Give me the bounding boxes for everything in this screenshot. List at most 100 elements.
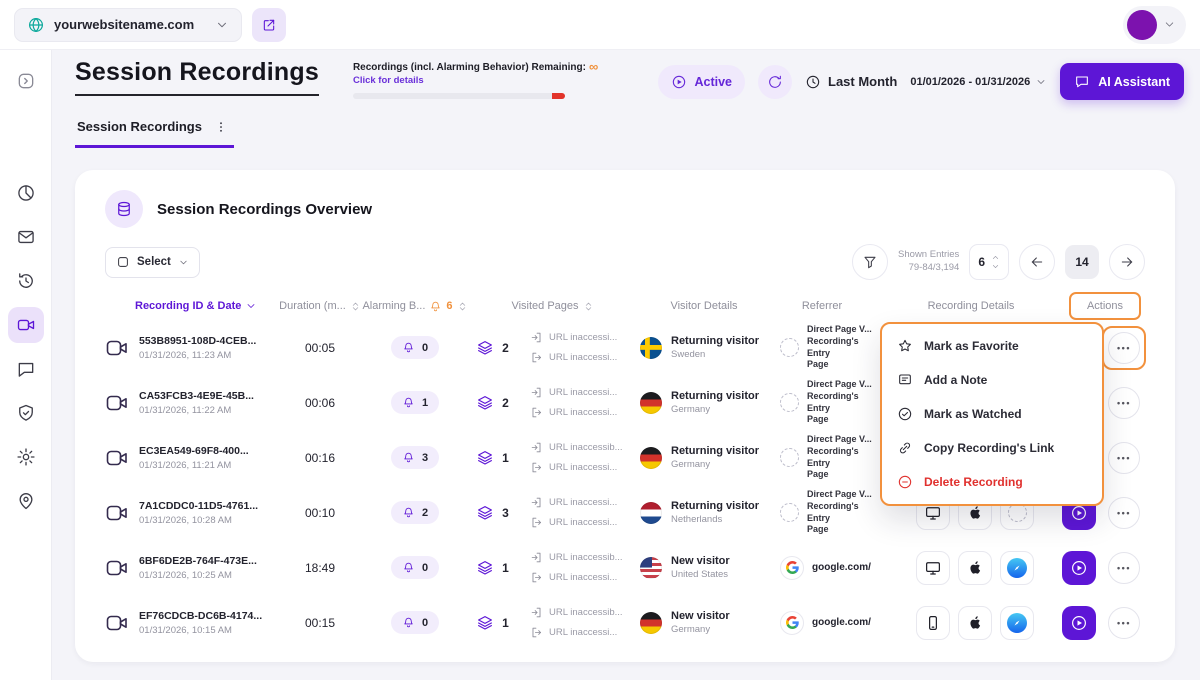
sidebar-item-privacy[interactable] [8, 395, 44, 431]
column-visited-pages[interactable]: Visited Pages [465, 300, 640, 312]
entry-url[interactable]: URL inaccessi... [549, 497, 617, 508]
entry-url[interactable]: URL inaccessi... [549, 387, 617, 398]
refresh-button[interactable] [758, 65, 792, 99]
alarming-count-badge: 2 [391, 501, 439, 524]
minus-circle-icon [897, 474, 913, 490]
duration-value: 00:05 [275, 341, 365, 355]
sidebar-item-session-recordings[interactable] [8, 307, 44, 343]
ellipsis-icon: ••• [1117, 508, 1131, 518]
sidebar-item-history[interactable] [8, 263, 44, 299]
website-selector[interactable]: yourwebsitename.com [14, 8, 242, 42]
recording-date: 01/31/2026, 11:22 AM [139, 405, 254, 416]
sidebar-item-feedback[interactable] [8, 351, 44, 387]
kebab-menu-icon[interactable] [214, 120, 228, 134]
direct-referrer-icon [780, 338, 799, 357]
alarming-count-badge: 1 [391, 391, 439, 414]
next-page-button[interactable] [1109, 244, 1145, 280]
recording-id[interactable]: 553B8951-108D-4CEB... [139, 335, 256, 347]
chevron-down-icon [1035, 76, 1047, 88]
recording-id[interactable]: 7A1CDDC0-11D5-4761... [139, 500, 258, 512]
entry-url[interactable]: URL inaccessib... [549, 442, 623, 453]
tab-session-recordings[interactable]: Session Recordings [75, 119, 234, 148]
duration-value: 00:15 [275, 616, 365, 630]
sidebar-item-campaigns[interactable] [8, 219, 44, 255]
row-actions-button[interactable]: ••• [1108, 607, 1140, 639]
row-actions-button[interactable]: ••• [1108, 387, 1140, 419]
select-button[interactable]: Select [105, 247, 200, 278]
table-row[interactable]: EF76CDCB-DC6B-4174...01/31/2026, 10:15 A… [105, 595, 1145, 650]
click-for-details-link[interactable]: Click for details [353, 75, 565, 86]
sidebar-toggle-button[interactable] [8, 63, 44, 99]
row-actions-button[interactable]: ••• [1108, 552, 1140, 584]
entry-url[interactable]: URL inaccessib... [549, 607, 623, 618]
exit-url[interactable]: URL inaccessi... [549, 352, 617, 363]
play-recording-button[interactable] [1062, 551, 1096, 585]
menu-item-mark-as-watched[interactable]: Mark as Watched [882, 397, 1102, 431]
alarm-icon [402, 616, 415, 629]
account-menu[interactable] [1123, 6, 1186, 44]
referrer-url[interactable]: google.com/ [812, 562, 871, 573]
recording-id[interactable]: CA53FCB3-4E9E-45B... [139, 390, 254, 402]
prev-page-button[interactable] [1019, 244, 1055, 280]
column-duration[interactable]: Duration (m... [275, 300, 365, 312]
recording-id[interactable]: 6BF6DE2B-764F-473E... [139, 555, 257, 567]
per-page-selector[interactable]: 6 [969, 244, 1009, 280]
direct-referrer-icon [780, 448, 799, 467]
alarming-count-badge: 0 [391, 556, 439, 579]
chevron-down-icon [178, 257, 189, 268]
stepper-icon[interactable] [991, 253, 1000, 271]
current-page-indicator[interactable]: 14 [1065, 245, 1099, 279]
exit-url[interactable]: URL inaccessi... [549, 627, 617, 638]
referrer-url[interactable]: google.com/ [812, 617, 871, 628]
entry-url[interactable]: URL inaccessi... [549, 332, 617, 343]
flag-germany-icon [640, 612, 662, 634]
visited-pages-count: 1 [502, 616, 509, 630]
filter-button[interactable] [852, 244, 888, 280]
table-row[interactable]: 6BF6DE2B-764F-473E...01/31/2026, 10:25 A… [105, 540, 1145, 595]
video-camera-icon [16, 315, 36, 335]
ellipsis-icon: ••• [1117, 343, 1131, 353]
row-actions-button[interactable]: ••• [1108, 442, 1140, 474]
exit-url[interactable]: URL inaccessi... [549, 517, 617, 528]
ai-assistant-button[interactable]: AI Assistant [1060, 63, 1184, 100]
play-recording-button[interactable] [1062, 606, 1096, 640]
recording-id[interactable]: EC3EA549-69F8-400... [139, 445, 249, 457]
referrer-text: Direct Page V...Recording's EntryPage [807, 489, 876, 536]
recording-id[interactable]: EF76CDCB-DC6B-4174... [139, 610, 262, 622]
open-website-button[interactable] [252, 8, 286, 42]
referrer-text: Direct Page V...Recording's EntryPage [807, 434, 876, 481]
video-recording-icon [105, 336, 129, 360]
alarm-icon [402, 561, 415, 574]
exit-url[interactable]: URL inaccessi... [549, 407, 617, 418]
entry-url[interactable]: URL inaccessib... [549, 552, 623, 563]
sidebar-item-settings[interactable] [8, 439, 44, 475]
exit-url[interactable]: URL inaccessi... [549, 462, 617, 473]
menu-item-copy-recording-link[interactable]: Copy Recording's Link [882, 431, 1102, 465]
sidebar-toggle-icon [16, 71, 36, 91]
direct-referrer-icon [780, 393, 799, 412]
video-recording-icon [105, 611, 129, 635]
infinity-value: ∞ [589, 62, 598, 72]
star-icon [897, 338, 913, 354]
menu-item-add-a-note[interactable]: Add a Note [882, 363, 1102, 397]
column-alarming[interactable]: Alarming B... 6 [365, 300, 465, 313]
safari-icon [1000, 551, 1034, 585]
exit-url[interactable]: URL inaccessi... [549, 572, 617, 583]
recording-date: 01/31/2026, 11:21 AM [139, 460, 249, 471]
row-actions-button[interactable]: ••• [1108, 497, 1140, 529]
column-recording-id[interactable]: Recording ID & Date [105, 300, 275, 312]
shield-icon [16, 403, 36, 423]
sidebar-item-locations[interactable] [8, 483, 44, 519]
menu-item-mark-as-favorite[interactable]: Mark as Favorite [882, 329, 1102, 363]
desktop-icon [916, 551, 950, 585]
page-title: Session Recordings [75, 58, 319, 96]
sidebar-item-statistics[interactable] [8, 175, 44, 211]
row-actions-button[interactable]: ••• [1108, 332, 1140, 364]
active-filter-button[interactable]: Active [658, 65, 745, 99]
arrow-right-icon [1119, 254, 1135, 270]
menu-item-delete-recording[interactable]: Delete Recording [882, 465, 1102, 499]
video-recording-icon [105, 446, 129, 470]
date-range-selector[interactable]: 01/01/2026 - 01/31/2026 [910, 76, 1047, 88]
flag-germany-icon [640, 392, 662, 414]
remaining-widget: Recordings (incl. Alarming Behavior) Rem… [353, 58, 565, 99]
